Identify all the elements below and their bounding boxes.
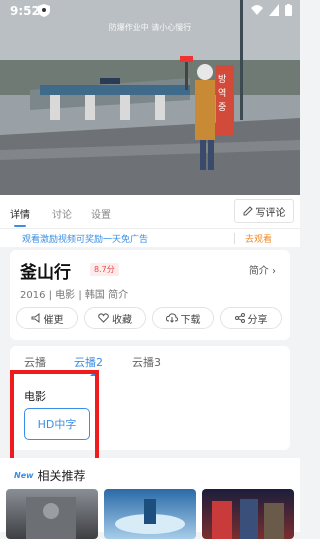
- detail-tab-bar: 详情 讨论 设置 写评论: [0, 195, 300, 229]
- write-comment-label: 写评论: [255, 207, 286, 219]
- source-tab-2[interactable]: 云播2: [74, 354, 103, 370]
- movie-info-card: 釜山行 8.7分 简介 › 2016 | 电影 | 韩国 简介 催更 收藏 下载…: [10, 250, 290, 340]
- new-icon: New: [14, 471, 34, 480]
- intro-link-label: 简介: [248, 266, 269, 277]
- recommendations-section: New 相关推荐: [0, 458, 300, 539]
- status-time: 9:52: [10, 4, 40, 18]
- share-label: 分享: [247, 314, 268, 326]
- watch-ad-link[interactable]: 去观看: [245, 232, 272, 245]
- favorite-label: 收藏: [112, 314, 132, 326]
- edit-icon: [243, 206, 253, 216]
- tab-indicator: [14, 225, 26, 227]
- share-button[interactable]: 分享: [220, 307, 282, 329]
- svg-text:역: 역: [218, 88, 226, 99]
- ad-divider: [234, 233, 235, 244]
- megaphone-icon: [31, 313, 39, 323]
- download-label: 下载: [180, 314, 201, 326]
- source-tab-1[interactable]: 云播: [24, 354, 46, 370]
- ad-banner: 观看激励视频可奖励一天免广告 去观看: [0, 229, 300, 247]
- download-button[interactable]: 下载: [152, 307, 214, 329]
- cloud-download-icon: [165, 313, 178, 323]
- shield-icon: [38, 4, 50, 17]
- intro-link[interactable]: 简介 ›: [249, 262, 276, 277]
- favorite-button[interactable]: 收藏: [84, 307, 146, 329]
- svg-text:중: 중: [218, 102, 226, 113]
- urge-update-button[interactable]: 催更: [16, 307, 78, 329]
- signal-icon: [269, 4, 279, 16]
- heart-icon: [98, 313, 109, 323]
- wifi-icon: [251, 5, 263, 15]
- video-player[interactable]: 방 역 중 防爆作业中 请小心慢行: [0, 0, 300, 195]
- movie-title: 釜山行: [20, 263, 71, 283]
- recommendations-title: 相关推荐: [37, 469, 86, 483]
- action-row: 催更 收藏 下载 分享: [16, 307, 282, 329]
- tab-details[interactable]: 详情: [10, 206, 30, 221]
- movie-meta: 2016 | 电影 | 韩国 简介: [20, 290, 129, 301]
- source-tab-3[interactable]: 云播3: [132, 354, 161, 370]
- write-comment-button[interactable]: 写评论: [234, 199, 294, 223]
- tab-settings[interactable]: 设置: [91, 206, 111, 221]
- share-icon: [234, 313, 245, 323]
- urge-update-label: 催更: [43, 314, 64, 326]
- svg-text:방: 방: [218, 74, 226, 85]
- battery-icon: [285, 4, 292, 16]
- highlight-box: [10, 370, 99, 462]
- recommendations-header: New 相关推荐: [14, 467, 86, 484]
- score-badge: 8.7分: [90, 263, 119, 276]
- chevron-right-icon: ›: [272, 266, 276, 277]
- tab-discussion[interactable]: 讨论: [52, 206, 72, 221]
- status-bar: 9:52: [0, 0, 300, 22]
- ad-text: 观看激励视频可奖励一天免广告: [22, 235, 149, 245]
- video-subtitle: 防爆作业中 请小心慢行: [108, 23, 192, 32]
